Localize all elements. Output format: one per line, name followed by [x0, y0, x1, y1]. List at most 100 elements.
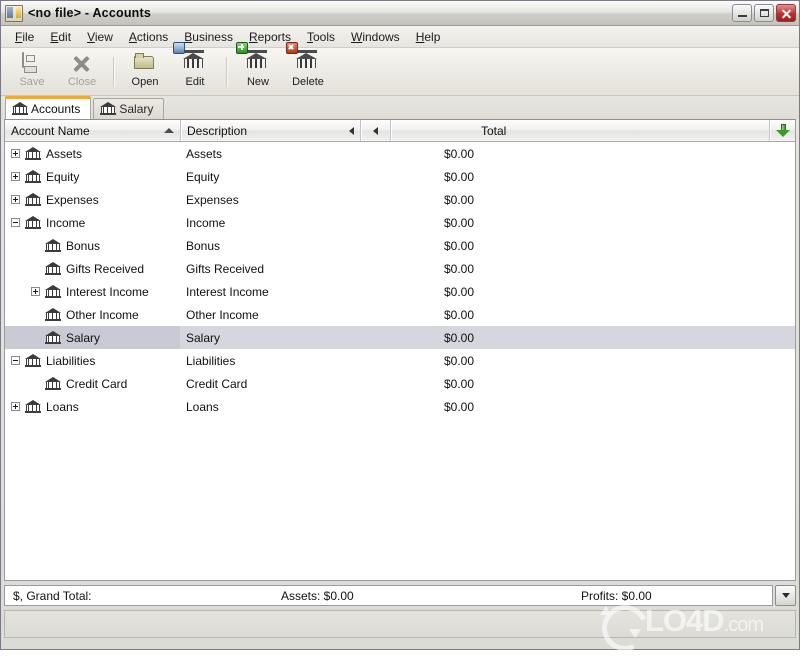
table-row[interactable]: Liabilities Liabilities $0.00 — [5, 349, 795, 372]
toolbar-save-label: Save — [19, 75, 45, 88]
title-bar: <no file> - Accounts — [1, 1, 799, 26]
expand-icon[interactable] — [31, 287, 40, 296]
cell-total: $0.00 — [444, 376, 475, 391]
close-button[interactable] — [776, 4, 796, 22]
tab-strip: Accounts Salary — [1, 96, 799, 119]
cell-description: Loans — [186, 399, 219, 414]
cell-account-name: Interest Income — [5, 280, 180, 303]
bank-icon — [100, 102, 117, 116]
status-profits: Profits: $0.00 — [581, 588, 652, 603]
table-row[interactable]: Credit Card Credit Card $0.00 — [5, 372, 795, 395]
table-row[interactable]: Assets Assets $0.00 — [5, 142, 795, 165]
table-row[interactable]: Salary Salary $0.00 — [5, 326, 795, 349]
table-row[interactable]: Equity Equity $0.00 — [5, 165, 795, 188]
menu-item-edit[interactable]: Edit — [42, 28, 79, 46]
grid-body[interactable]: Assets Assets $0.00 Equity Equity $0.00 Expens… — [5, 142, 795, 580]
menu-item-help[interactable]: Help — [408, 28, 449, 46]
cell-description: Expenses — [186, 192, 239, 207]
accounts-grid: Account Name Description Total Assets Ass… — [4, 119, 796, 581]
accounts-app-icon — [5, 4, 23, 22]
tab-accounts[interactable]: Accounts — [5, 96, 92, 119]
green-down-arrow-icon — [776, 123, 790, 138]
triangle-left-icon[interactable] — [349, 126, 354, 135]
status-bar: $, Grand Total: Assets: $0.00 Profits: $… — [4, 585, 773, 606]
floppy-disk-icon — [20, 51, 44, 75]
collapse-icon[interactable] — [11, 356, 20, 365]
triangle-left-icon — [373, 126, 378, 135]
cell-description: Bonus — [186, 238, 221, 253]
collapse-icon[interactable] — [11, 218, 20, 227]
table-row[interactable]: Expenses Expenses $0.00 — [5, 188, 795, 211]
cell-total: $0.00 — [444, 169, 475, 184]
menu-label-business: usiness — [192, 29, 233, 44]
column-header-total-label: Total — [481, 123, 507, 138]
expand-icon[interactable] — [11, 172, 20, 181]
toolbar-edit-button[interactable]: Edit — [170, 41, 220, 94]
cell-account-name: Bonus — [5, 234, 180, 257]
tab-salary[interactable]: Salary — [93, 98, 165, 119]
triangle-up-icon — [164, 128, 174, 133]
menu-item-actions[interactable]: Actions — [121, 28, 176, 46]
account-name-label: Expenses — [46, 192, 99, 207]
folder-open-icon — [133, 53, 157, 75]
menu-item-tools[interactable]: Tools — [299, 28, 343, 46]
table-row[interactable]: Income Income $0.00 — [5, 211, 795, 234]
bank-icon — [12, 102, 28, 116]
column-scroll-left[interactable] — [360, 120, 390, 141]
account-name-label: Income — [46, 215, 86, 230]
table-row[interactable]: Bonus Bonus $0.00 — [5, 234, 795, 257]
table-row[interactable]: Loans Loans $0.00 — [5, 395, 795, 418]
toolbar-delete-button[interactable]: Delete — [283, 41, 333, 94]
table-row[interactable]: Other Income Other Income $0.00 — [5, 303, 795, 326]
table-row[interactable]: Gifts Received Gifts Received $0.00 — [5, 257, 795, 280]
cell-description: Credit Card — [186, 376, 248, 391]
cell-account-name: Salary — [5, 326, 180, 349]
x-close-icon — [70, 53, 94, 75]
bank-icon — [45, 284, 61, 299]
bank-icon — [25, 353, 41, 368]
toolbar-new-button[interactable]: New — [233, 41, 283, 94]
bank-add-icon — [236, 41, 270, 75]
cell-description: Assets — [186, 146, 223, 161]
cell-account-name: Loans — [5, 395, 180, 418]
menu-item-file[interactable]: File — [7, 28, 42, 46]
minimize-button[interactable] — [732, 4, 752, 22]
menu-item-view[interactable]: View — [79, 28, 121, 46]
bank-icon — [45, 376, 61, 391]
column-chooser-button[interactable] — [769, 120, 795, 141]
account-name-label: Bonus — [66, 238, 101, 253]
menu-bar: File Edit View Actions Business Reports … — [1, 26, 799, 48]
cell-account-name: Gifts Received — [5, 257, 180, 280]
column-header-total[interactable]: Total — [390, 120, 769, 141]
expand-icon[interactable] — [11, 402, 20, 411]
expand-icon[interactable] — [11, 149, 20, 158]
cell-total: $0.00 — [444, 353, 475, 368]
column-header-account-name[interactable]: Account Name — [5, 120, 180, 141]
cell-description: Salary — [186, 330, 221, 345]
menu-item-windows[interactable]: Windows — [343, 28, 408, 46]
tab-salary-label: Salary — [119, 102, 154, 116]
toolbar-save-button[interactable]: Save — [7, 50, 57, 94]
column-header-description[interactable]: Description — [180, 120, 360, 141]
menu-label-tools: ools — [312, 29, 335, 44]
status-dropdown-button[interactable] — [775, 585, 796, 606]
toolbar-edit-label: Edit — [185, 75, 205, 88]
cell-total: $0.00 — [444, 330, 475, 345]
menu-label-actions: ctions — [136, 29, 169, 44]
cell-account-name: Liabilities — [5, 349, 180, 372]
table-row[interactable]: Interest Income Interest Income $0.00 — [5, 280, 795, 303]
grid-header-row: Account Name Description Total — [5, 120, 795, 142]
cell-account-name: Equity — [5, 165, 180, 188]
menu-item-business[interactable]: Business — [176, 28, 241, 46]
column-header-account-name-label: Account Name — [11, 123, 90, 138]
cell-description: Equity — [186, 169, 220, 184]
expand-icon[interactable] — [11, 195, 20, 204]
toolbar-open-label: Open — [131, 75, 159, 88]
account-name-label: Liabilities — [46, 353, 96, 368]
toolbar-open-button[interactable]: Open — [120, 50, 170, 94]
maximize-button[interactable] — [754, 4, 774, 22]
account-name-label: Interest Income — [66, 284, 149, 299]
menu-label-file: ile — [22, 29, 35, 44]
account-name-label: Loans — [46, 399, 79, 414]
toolbar-close-button[interactable]: Close — [57, 50, 107, 94]
